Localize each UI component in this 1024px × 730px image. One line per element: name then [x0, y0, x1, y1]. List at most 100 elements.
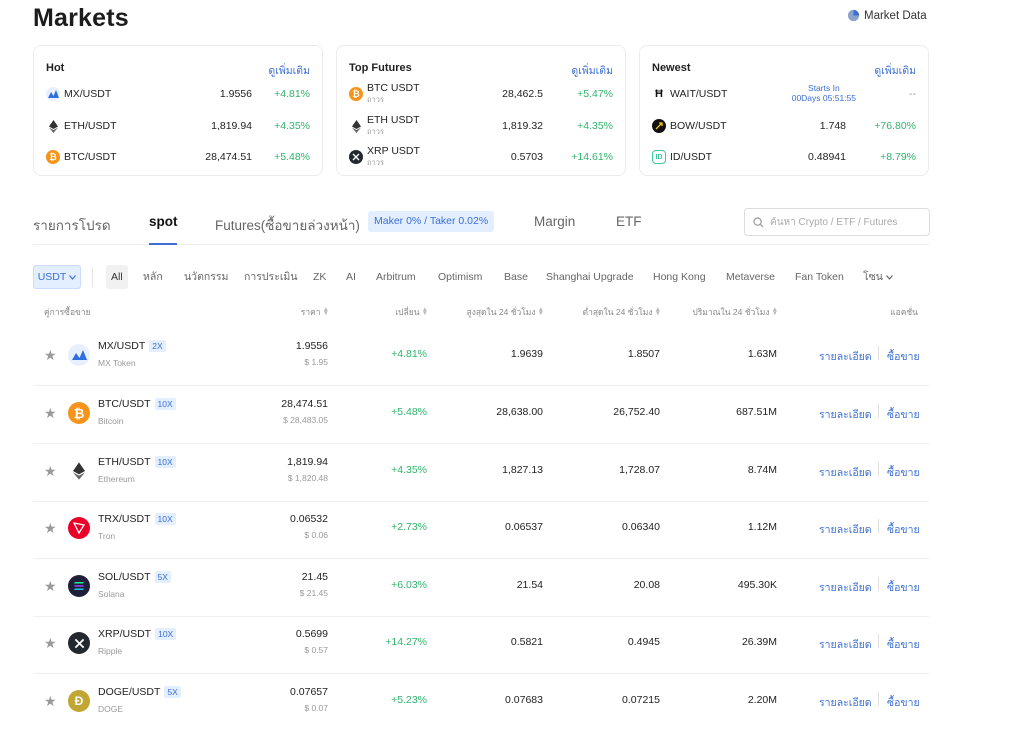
volume-24h: 2.20M [747, 694, 777, 706]
leverage-badge: 10X [154, 513, 176, 525]
trade-link[interactable]: ซื้อขาย [887, 521, 920, 538]
filter-shanghai-upgrade[interactable]: Shanghai Upgrade [546, 265, 634, 289]
newest-row-bow[interactable]: BOW/USDT 1.748 +76.80% [652, 115, 916, 137]
hot-pair: MX/USDT [64, 88, 112, 100]
futures-row-btc[interactable]: ₿ BTC USDT ถาวร 28,462.5 +5.47% [349, 83, 613, 105]
hot-row-eth[interactable]: ETH/USDT 1,819.94 +4.35% [46, 115, 310, 137]
btc-logo-icon: ₿ [46, 150, 60, 164]
filter-ai[interactable]: AI [346, 265, 356, 289]
filter-optimism[interactable]: Optimism [438, 265, 482, 289]
detail-link[interactable]: รายละเอียด [819, 636, 872, 653]
star-icon[interactable]: ★ [44, 635, 57, 652]
filter-zone-dropdown[interactable]: โซน [863, 265, 893, 289]
hot-more-link[interactable]: ดูเพิ่มเติม [268, 62, 310, 79]
pair-name: SOL/USDT [98, 571, 151, 583]
futures-row-eth[interactable]: ETH USDT ถาวร 1,819.32 +4.35% [349, 115, 613, 137]
newest-change: +76.80% [874, 120, 916, 132]
newest-row-wait[interactable]: Ħ WAIT/USDT Starts In 00Days 05:51:55 -- [652, 83, 916, 105]
trade-link[interactable]: ซื้อขาย [887, 694, 920, 711]
trade-link[interactable]: ซื้อขาย [887, 406, 920, 423]
table-row[interactable]: ★ XRP/USDT 10X Ripple 0.5699 $ 0.57 +14.2… [33, 616, 929, 674]
header-high[interactable]: สูงสุดใน 24 ชั่วโมง ▲ ▼ [467, 305, 544, 319]
coin-name: Bitcoin [98, 416, 124, 426]
detail-link[interactable]: รายละเอียด [819, 579, 872, 596]
low-24h: 0.4945 [627, 636, 660, 648]
high-24h: 0.5821 [510, 636, 543, 648]
table-row[interactable]: ★ Ð DOGE/USDT 5X DOGE 0.07657 $ 0.07 +5.2… [33, 674, 929, 730]
newest-row-id[interactable]: ID ID/USDT 0.48941 +8.79% [652, 146, 916, 168]
low-24h: 26,752.40 [613, 406, 660, 418]
hot-price: 1,819.94 [211, 120, 252, 132]
market-data-link[interactable]: Market Data [847, 9, 927, 22]
sort-icon: ▲ ▼ [537, 306, 544, 317]
filter-assessment[interactable]: การประเมิน [244, 265, 298, 289]
table-row[interactable]: ★ ₿ BTC/USDT 10X Bitcoin 28,474.51 $ 28,4… [33, 386, 929, 444]
futures-more-link[interactable]: ดูเพิ่มเติม [571, 62, 613, 79]
sort-icon: ▲ ▼ [771, 306, 778, 317]
table-row[interactable]: ★ SOL/USDT 5X Solana 21.45 $ 21.45 +6.03%… [33, 559, 929, 617]
trade-link[interactable]: ซื้อขาย [887, 579, 920, 596]
eth-logo-icon [68, 460, 90, 482]
doge-logo-icon: Ð [68, 690, 90, 712]
trade-link[interactable]: ซื้อขาย [887, 636, 920, 653]
low-24h: 1,728.07 [619, 464, 660, 476]
detail-link[interactable]: รายละเอียด [819, 521, 872, 538]
filter-all[interactable]: All [106, 265, 128, 289]
header-actions-label: แอคชั่น [890, 307, 918, 317]
hot-row-btc[interactable]: ₿ BTC/USDT 28,474.51 +5.48% [46, 146, 310, 168]
sort-icon: ▲ ▼ [322, 306, 329, 317]
futures-row-xrp[interactable]: XRP USDT ถาวร 0.5703 +14.61% [349, 146, 613, 168]
star-icon[interactable]: ★ [44, 347, 57, 364]
hot-row-mx[interactable]: MX/USDT 1.9556 +4.81% [46, 83, 310, 105]
filter-hong-kong[interactable]: Hong Kong [653, 265, 706, 289]
active-tab-indicator [149, 243, 177, 245]
volume-24h: 1.63M [747, 348, 777, 360]
filter-innovation[interactable]: นวัตกรรม [184, 265, 228, 289]
coin-name: Solana [98, 589, 125, 599]
filter-arbitrum[interactable]: Arbitrum [376, 265, 416, 289]
star-icon[interactable]: ★ [44, 578, 57, 595]
header-volume[interactable]: ปริมาณใน 24 ชั่วโมง ▲ ▼ [692, 305, 778, 319]
volume-24h: 26.39M [741, 636, 777, 648]
tab-spot[interactable]: spot [149, 214, 178, 229]
header-price[interactable]: ราคา ▲ ▼ [301, 305, 329, 319]
table-row[interactable]: ★ MX/USDT 2X MX Token 1.9556 $ 1.95 +4.81… [33, 328, 929, 386]
bow-logo-icon [652, 119, 666, 133]
newest-more-link[interactable]: ดูเพิ่มเติม [874, 62, 916, 79]
filter-main[interactable]: หลัก [143, 265, 163, 289]
action-divider [878, 519, 879, 533]
quote-currency-select[interactable]: USDT [33, 265, 81, 289]
trade-link[interactable]: ซื้อขาย [887, 348, 920, 365]
tab-futures[interactable]: Futures(ซื้อขายล่วงหน้า) [215, 214, 360, 236]
filter-zk[interactable]: ZK [313, 265, 326, 289]
action-divider [878, 404, 879, 418]
filter-fan-token[interactable]: Fan Token [795, 265, 844, 289]
star-icon[interactable]: ★ [44, 520, 57, 537]
tab-etf[interactable]: ETF [616, 214, 642, 229]
trade-link[interactable]: ซื้อขาย [887, 464, 920, 481]
fee-badge: Maker 0% / Taker 0.02% [368, 211, 495, 232]
tab-margin[interactable]: Margin [534, 214, 575, 229]
detail-link[interactable]: รายละเอียด [819, 406, 872, 423]
header-change[interactable]: เปลี่ยน ▲ ▼ [395, 305, 428, 319]
newest-card: Newest ดูเพิ่มเติม Ħ WAIT/USDT Starts In… [639, 45, 929, 176]
filter-metaverse[interactable]: Metaverse [726, 265, 775, 289]
star-icon[interactable]: ★ [44, 693, 57, 710]
low-24h: 1.8507 [627, 348, 660, 360]
newest-pair: ID/USDT [670, 151, 712, 163]
newest-pair: BOW/USDT [670, 120, 727, 132]
star-icon[interactable]: ★ [44, 463, 57, 480]
search-input[interactable] [770, 216, 920, 228]
search-box[interactable] [744, 208, 930, 236]
table-row[interactable]: ★ TRX/USDT 10X Tron 0.06532 $ 0.06 +2.73%… [33, 501, 929, 559]
coin-name: Ethereum [98, 474, 135, 484]
detail-link[interactable]: รายละเอียด [819, 464, 872, 481]
detail-link[interactable]: รายละเอียด [819, 694, 872, 711]
tab-favorites[interactable]: รายการโปรด [33, 214, 111, 236]
filter-base[interactable]: Base [504, 265, 528, 289]
table-row[interactable]: ★ ETH/USDT 10X Ethereum 1,819.94 $ 1,820.… [33, 444, 929, 502]
header-low-label: ต่ำสุดใน 24 ชั่วโมง [582, 307, 653, 317]
star-icon[interactable]: ★ [44, 405, 57, 422]
header-low[interactable]: ต่ำสุดใน 24 ชั่วโมง ▲ ▼ [583, 305, 661, 319]
detail-link[interactable]: รายละเอียด [819, 348, 872, 365]
